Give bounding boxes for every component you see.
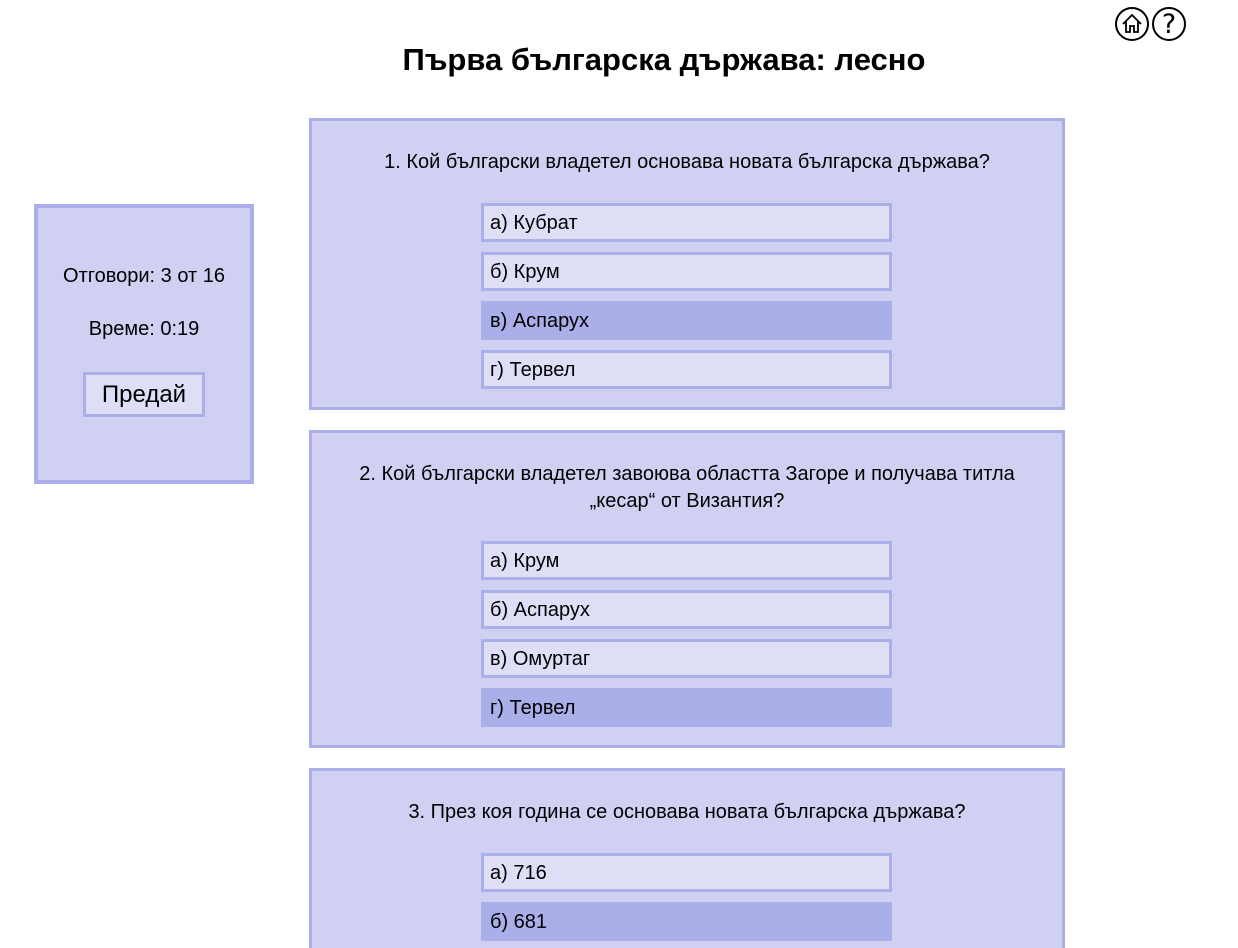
question-card: 1. Кой български владетел основава новат… bbox=[309, 118, 1065, 410]
answer-option[interactable]: б) Крум bbox=[481, 252, 892, 291]
submit-button[interactable]: Предай bbox=[83, 372, 205, 417]
home-icon[interactable] bbox=[1115, 7, 1149, 41]
question-text: 1. Кой български владетел основава новат… bbox=[384, 151, 990, 173]
answer-option[interactable]: а) Крум bbox=[481, 541, 892, 580]
page-title: Първа българска държава: лесно bbox=[402, 42, 926, 77]
answer-option[interactable]: а) Кубрат bbox=[481, 203, 892, 242]
question-text: 2. Кой български владетел завоюва област… bbox=[359, 463, 1015, 512]
help-icon[interactable]: ? bbox=[1152, 7, 1186, 41]
answer-option-selected[interactable]: г) Тервел bbox=[481, 688, 892, 727]
answers-count: Отговори: 3 от 16 bbox=[63, 265, 225, 287]
answer-option[interactable]: а) 716 bbox=[481, 853, 892, 892]
quiz-page: ? Първа българска държава: лесно Отговор… bbox=[0, 0, 1238, 948]
answer-option-selected[interactable]: б) 681 bbox=[481, 902, 892, 941]
question-card: 3. През коя година се основава новата бъ… bbox=[309, 768, 1065, 948]
question-text: 3. През коя година се основава новата бъ… bbox=[408, 801, 966, 823]
question-card: 2. Кой български владетел завоюва област… bbox=[309, 430, 1065, 748]
elapsed-time: Време: 0:19 bbox=[88, 318, 200, 340]
answer-option[interactable]: б) Аспарух bbox=[481, 590, 892, 629]
top-icons: ? bbox=[1115, 7, 1186, 41]
answer-option[interactable]: г) Тервел bbox=[481, 350, 892, 389]
answer-option[interactable]: в) Омуртаг bbox=[481, 639, 892, 678]
status-panel: Отговори: 3 от 16 Време: 0:19 Предай bbox=[34, 204, 254, 484]
answer-option-selected[interactable]: в) Аспарух bbox=[481, 301, 892, 340]
